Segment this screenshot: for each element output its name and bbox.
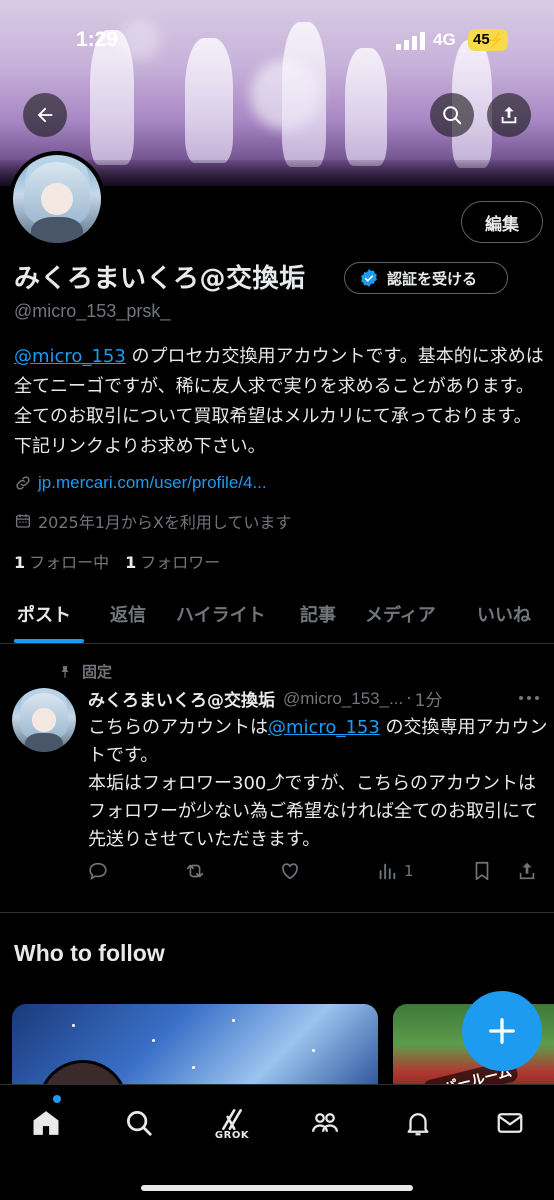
profile-handle: @micro_153_prsk_	[14, 301, 171, 321]
tweet-author-name[interactable]: みくろまいくろ@交換垢	[88, 686, 275, 711]
nav-communities[interactable]	[305, 1103, 345, 1143]
following-link[interactable]: 1 フォロー中	[14, 549, 109, 573]
edit-profile-button[interactable]: 編集	[461, 201, 543, 243]
repost-icon	[186, 864, 204, 878]
search-button[interactable]	[430, 93, 474, 137]
pinned-label: 固定	[58, 661, 112, 682]
views-count: 1	[404, 862, 414, 880]
tweet-avatar[interactable]	[12, 688, 76, 752]
section-divider	[0, 912, 554, 913]
home-notification-dot	[53, 1095, 61, 1103]
reply-button[interactable]	[87, 860, 109, 882]
joined-row: 2025年1月からXを利用しています	[14, 509, 291, 533]
communities-icon	[312, 1113, 338, 1132]
share-button[interactable]	[487, 93, 531, 137]
profile-website-link[interactable]: jp.mercari.com/user/profile/4...	[38, 473, 267, 493]
followers-link[interactable]: 1 フォロワー	[125, 549, 220, 573]
tweet-header: みくろまいくろ@交換垢 @micro_153_... · 1分	[88, 686, 544, 712]
tab-articles[interactable]: 記事	[300, 601, 336, 627]
arrow-left-icon	[37, 107, 53, 123]
heart-icon	[282, 863, 298, 880]
views-button[interactable]: 1	[376, 860, 414, 882]
followers-label: フォロワー	[140, 553, 221, 572]
reply-icon	[89, 862, 107, 881]
bookmark-button[interactable]	[471, 860, 493, 882]
display-name: みくろまいくろ@交換垢	[14, 264, 306, 294]
tweet-text-line2: 本垢はフォロワー300⤴︎ですが、こちらのアカウントはフォロワーが少ない為ご希望…	[88, 773, 538, 850]
nav-notifications[interactable]	[398, 1103, 438, 1143]
compose-post-button[interactable]	[462, 991, 542, 1071]
nav-home[interactable]	[26, 1103, 66, 1143]
views-chart-icon	[379, 863, 396, 880]
profile-tabs: ポスト 返信 ハイライト 記事 メディア いいね	[0, 592, 554, 644]
home-indicator	[141, 1185, 413, 1191]
who-to-follow-title: Who to follow	[14, 940, 165, 966]
plus-icon	[489, 1018, 515, 1044]
bottom-navigation: GROK	[0, 1084, 554, 1200]
repost-button[interactable]	[184, 860, 206, 882]
link-icon	[16, 476, 30, 490]
tab-media[interactable]: メディア	[365, 601, 436, 627]
tab-posts[interactable]: ポスト	[17, 601, 71, 627]
pinned-text: 固定	[82, 663, 113, 681]
profile-avatar[interactable]	[9, 151, 105, 247]
signal-icon	[396, 32, 426, 50]
profile-bio: @micro_153 のプロセカ交換用アカウントです。基本的に求めは全てニーゴで…	[14, 342, 544, 462]
tweet-text-before: こちらのアカウントは	[88, 717, 268, 738]
grok-label: GROK	[214, 1129, 250, 1141]
calendar-icon	[15, 514, 31, 528]
like-button[interactable]	[279, 860, 301, 882]
verified-badge-icon	[361, 269, 377, 287]
status-bar: 1:29 4G 45 ⚡	[0, 0, 554, 80]
grok-icon	[222, 1108, 242, 1130]
active-tab-indicator	[14, 639, 84, 643]
get-verified-button[interactable]: 認証を受ける	[344, 262, 508, 294]
suggestion-card[interactable]	[12, 1004, 378, 1094]
bookmark-icon	[475, 861, 489, 881]
share-icon	[519, 862, 535, 880]
tab-replies[interactable]: 返信	[110, 601, 146, 627]
joined-date: 2025年1月からXを利用しています	[38, 513, 292, 532]
share-icon	[501, 106, 517, 124]
bell-icon	[407, 1113, 429, 1136]
home-icon	[33, 1111, 59, 1135]
search-icon	[443, 106, 462, 125]
followers-count: 1	[125, 553, 137, 572]
network-type: 4G	[433, 30, 456, 49]
tab-highlights[interactable]: ハイライト	[176, 601, 266, 627]
more-options-icon[interactable]	[517, 688, 541, 708]
tab-likes[interactable]: いいね	[477, 601, 531, 627]
back-button[interactable]	[23, 93, 67, 137]
tweet-text: こちらのアカウントは@micro_153 の交換専用アカウントです。 本垢はフォロ…	[88, 714, 548, 854]
nav-explore[interactable]	[119, 1103, 159, 1143]
get-verified-label: 認証を受ける	[387, 269, 478, 288]
nav-messages[interactable]	[490, 1103, 530, 1143]
following-count: 1	[14, 553, 26, 572]
tweet-time[interactable]: 1分	[415, 686, 443, 711]
mail-icon	[497, 1113, 523, 1133]
bio-mention-link[interactable]: @micro_153	[14, 346, 126, 367]
tweet-actions: 1	[0, 860, 554, 890]
status-time: 1:29	[76, 28, 119, 51]
tweet-mention-link[interactable]: @micro_153	[268, 717, 380, 738]
pin-icon	[61, 665, 69, 678]
tweet-separator: ·	[406, 688, 412, 709]
follow-counts: 1 フォロー中 1 フォロワー	[14, 549, 220, 573]
following-label: フォロー中	[29, 553, 110, 572]
search-icon	[127, 1111, 152, 1136]
tweet-author-handle[interactable]: @micro_153_...	[283, 689, 403, 709]
share-tweet-button[interactable]	[516, 860, 538, 882]
nav-grok[interactable]: GROK	[212, 1103, 252, 1143]
battery-icon: 45 ⚡	[468, 29, 508, 51]
profile-link-row: jp.mercari.com/user/profile/4...	[14, 473, 267, 493]
